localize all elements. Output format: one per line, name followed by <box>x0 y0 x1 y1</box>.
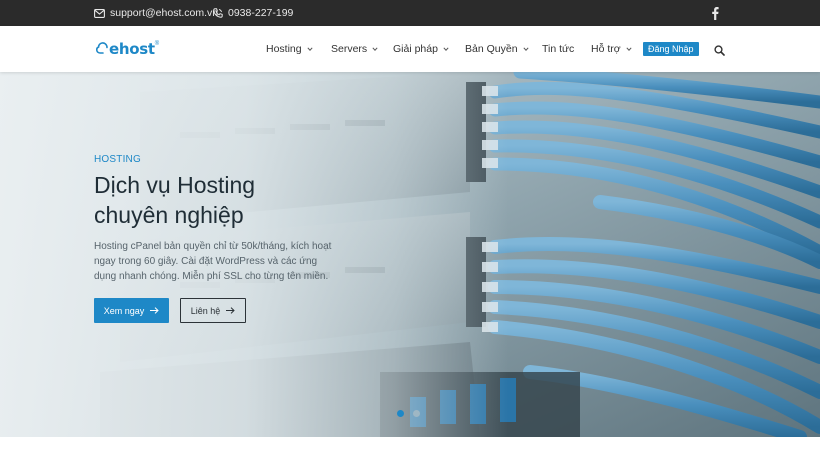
nav-item-label: Giải pháp <box>393 43 438 55</box>
view-now-button[interactable]: Xem ngay <box>94 298 169 323</box>
phone-icon <box>213 8 223 18</box>
nav-item-giai-phap[interactable]: Giải pháp <box>393 26 449 72</box>
nav-item-ho-tro[interactable]: Hỗ trợ <box>591 26 632 72</box>
arrow-right-icon <box>150 307 159 314</box>
hero-title-line1: Dịch vụ Hosting <box>94 172 256 198</box>
mail-icon <box>94 8 105 18</box>
chevron-down-icon <box>372 47 378 51</box>
login-button[interactable]: Đăng Nhập <box>643 42 699 56</box>
search-icon[interactable] <box>714 43 725 56</box>
nav-item-label: Bản Quyền <box>465 43 518 55</box>
nav-item-hosting[interactable]: Hosting <box>266 26 313 72</box>
top-bar: support@ehost.com.vn 0938-227-199 <box>0 0 820 26</box>
cloud-logo-icon <box>96 42 108 54</box>
slide-dot-1[interactable] <box>397 410 404 417</box>
email-contact[interactable]: support@ehost.com.vn <box>94 0 218 26</box>
facebook-icon[interactable] <box>710 6 720 20</box>
arrow-right-icon <box>226 307 235 314</box>
email-text: support@ehost.com.vn <box>110 7 219 19</box>
nav-item-label: Servers <box>331 43 368 55</box>
nav-item-ban-quyen[interactable]: Bản Quyền <box>465 26 529 72</box>
ehost-logo[interactable]: ehost ® <box>96 37 159 61</box>
contact-label: Liên hệ <box>190 305 221 316</box>
contact-button[interactable]: Liên hệ <box>180 298 246 323</box>
nav-item-label: Hỗ trợ <box>591 43 621 55</box>
logo-text: ehost <box>109 40 155 58</box>
hero-title-line2: chuyên nghiệp <box>94 202 244 228</box>
nav-item-servers[interactable]: Servers <box>331 26 378 72</box>
nav-item-label: Hosting <box>266 43 302 55</box>
below-hero-section <box>0 437 820 461</box>
phone-contact[interactable]: 0938-227-199 <box>213 0 293 26</box>
phone-text: 0938-227-199 <box>228 7 294 19</box>
main-navigation: ehost ® Hosting Servers Giải pháp Bản Qu… <box>0 26 820 72</box>
hero-title: Dịch vụ Hosting chuyên nghiệp <box>94 170 354 230</box>
nav-item-label: Tin tức <box>542 43 575 55</box>
view-now-label: Xem ngay <box>103 305 145 316</box>
slide-dot-2[interactable] <box>413 410 420 417</box>
nav-item-tin-tuc[interactable]: Tin tức <box>542 26 574 72</box>
hero-eyebrow: HOSTING <box>94 154 141 165</box>
chevron-down-icon <box>307 47 313 51</box>
chevron-down-icon <box>522 47 529 51</box>
registered-mark: ® <box>154 41 160 47</box>
hero-slider: HOSTING Dịch vụ Hosting chuyên nghiệp Ho… <box>0 72 820 437</box>
chevron-down-icon <box>443 47 449 51</box>
slider-pagination <box>397 410 420 417</box>
chevron-down-icon <box>626 47 632 51</box>
hero-description: Hosting cPanel bản quyền chỉ từ 50k/thán… <box>94 241 332 282</box>
